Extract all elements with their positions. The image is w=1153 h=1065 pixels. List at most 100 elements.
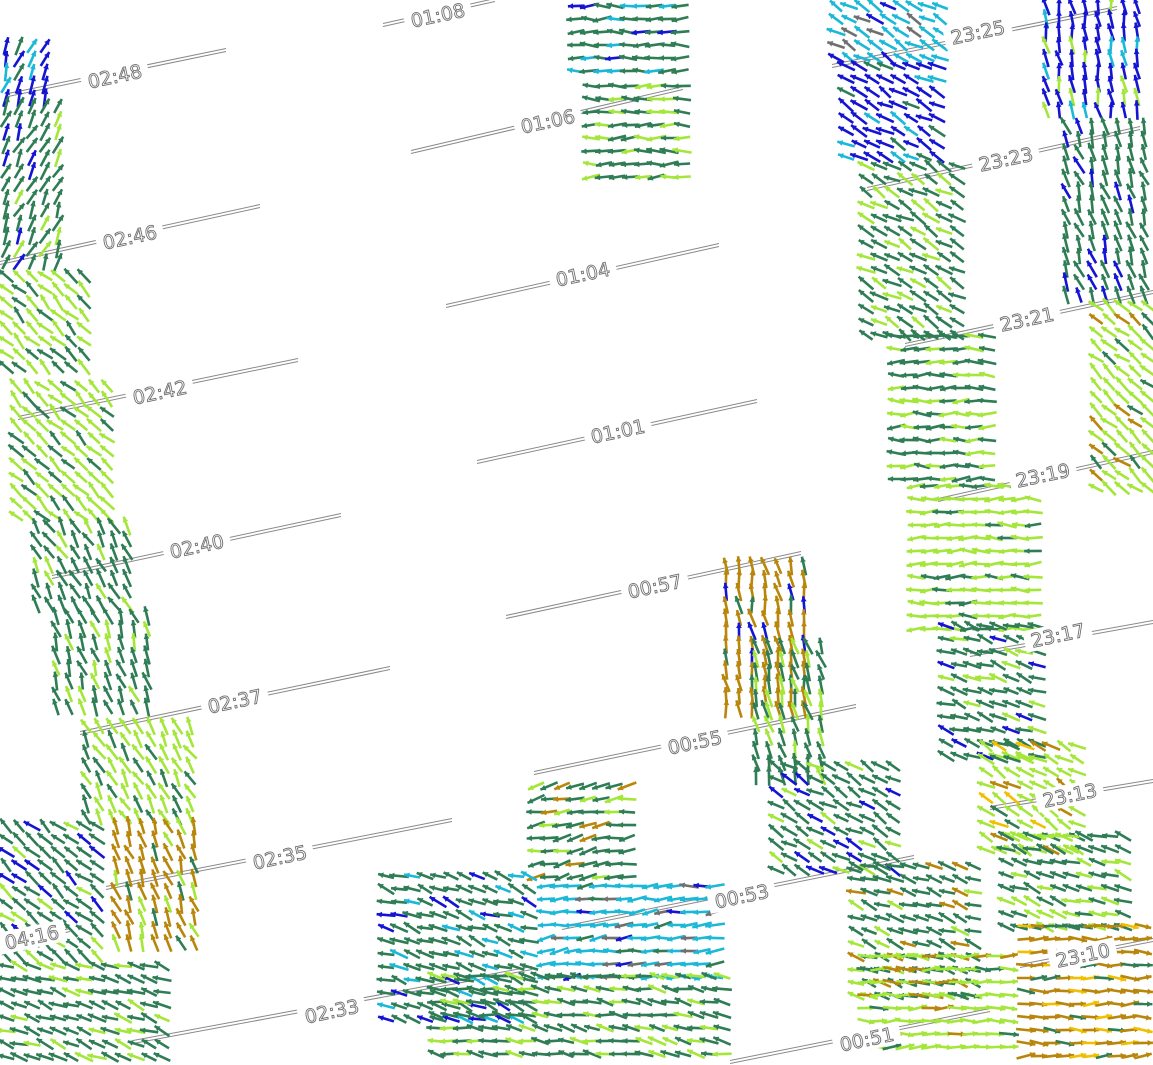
wind-arrow-head [985,522,991,528]
wind-arrow-head [527,847,533,854]
wind-arrow-head [78,672,85,678]
wind-arrow-head [801,621,807,627]
wind-arrow-head [912,449,918,456]
wind-arrow-head [608,1037,614,1044]
wind-arrow-head [606,42,613,49]
wind-arrow-head [592,809,599,815]
wind-arrow-head [553,848,559,854]
wind-arrow-head [735,556,742,562]
wind-arrow-head [906,586,912,593]
wind-arrow-head [972,496,978,503]
wind-arrow-head [427,999,433,1006]
wind-arrow-head [971,521,978,528]
wind-arrow-head [605,55,611,62]
wind-arrow-head [722,582,729,589]
wind-vector-map: 02:4802:4602:4202:4002:3702:3502:3304:16… [0,0,1153,1064]
wind-arrow-head [900,476,906,483]
wind-arrow-head [766,766,772,772]
wind-arrow-head [749,674,755,680]
wind-arrow-head [602,896,608,902]
wind-arrow-head [544,1051,551,1058]
wind-arrow-head [619,41,625,48]
wind-arrow-head [680,948,686,954]
wind-arrow-head [563,935,569,941]
wind-arrow-head [635,1012,641,1018]
wind-arrow-head [439,1025,446,1032]
wind-arrow-head [939,450,945,456]
wind-arrow-head [659,96,665,102]
wind-arrow-head [579,68,585,75]
wind-arrow-head [936,700,942,707]
wind-arrow-head [933,535,939,541]
wind-arrow-head [965,424,971,431]
wind-arrow-head [907,522,914,528]
wind-arrow-head [661,1012,667,1018]
wind-arrow-head [933,613,939,619]
wind-arrow-head [621,1051,627,1057]
wind-arrow-head [1012,978,1018,985]
wind-arrow-head [537,922,544,929]
wind-arrow-head [566,16,572,23]
wind-arrow-head [1023,600,1029,606]
wind-arrow-head [567,3,574,10]
wind-arrow-head [622,1038,628,1044]
wind-arrow-head [478,1037,484,1044]
wind-arrow-head [1011,561,1017,567]
wind-arrow-head [604,809,610,815]
wind-arrow-head [958,509,964,515]
wind-arrow-head [391,885,397,892]
wind-arrow-head [567,42,573,48]
wind-arrow-head [617,822,624,828]
wind-arrow-head [932,625,938,632]
wind-arrow-head [589,947,595,954]
wind-arrow-head [507,872,514,879]
wind-arrow-head [680,909,686,915]
wind-arrow-head [736,569,743,575]
wind-arrow-head [588,896,594,902]
wind-arrow-head [762,595,769,601]
wind-arrow-head [439,1038,446,1045]
wind-arrow-head [563,960,569,967]
wind-arrow-head [426,1024,432,1031]
wind-arrow-head [971,509,977,516]
wind-arrow-head [945,600,951,606]
wind-arrow-head [887,410,893,417]
wind-arrow-head [609,1051,615,1057]
wind-arrow-head [1147,1001,1153,1007]
wind-arrow-head [722,635,729,641]
wind-arrow-head [627,883,633,889]
wind-arrow-head [540,848,547,855]
wind-arrow-head [575,896,581,903]
wind-arrow-head [619,68,626,74]
wind-arrow-head [1013,1031,1019,1038]
wind-arrow-head [618,808,625,815]
wind-arrow-head [1013,1043,1019,1050]
wind-arrow-head [452,1025,459,1032]
wind-arrow-head [800,596,807,602]
wind-arrow-head [526,835,533,842]
wind-arrow-head [569,1012,575,1018]
wind-arrow-head [631,3,637,10]
wind-arrow-head [1012,992,1019,999]
wind-arrow-head [906,508,912,515]
wind-arrow-head [977,397,983,404]
wind-arrow-head [667,948,673,954]
wind-arrow-head [788,687,794,693]
wind-arrow-head [539,835,545,842]
wind-arrow-head [376,911,383,918]
wind-arrow-head [959,522,965,528]
wind-arrow-head [376,976,382,983]
wind-arrow-head [1024,548,1030,554]
wind-arrow-head [526,809,532,815]
wind-arrow-head [946,587,952,593]
wind-arrow-head [946,613,952,620]
wind-arrow-head [997,587,1003,593]
wind-arrow-head [959,586,966,593]
wind-arrow-head [847,966,853,973]
wind-arrow-head [984,613,990,619]
wind-arrow-head [617,860,623,867]
wind-arrow-head [602,961,608,968]
wind-arrow-head [712,1051,718,1057]
wind-arrow-head [595,1038,602,1044]
wind-arrow-head [1147,962,1153,968]
